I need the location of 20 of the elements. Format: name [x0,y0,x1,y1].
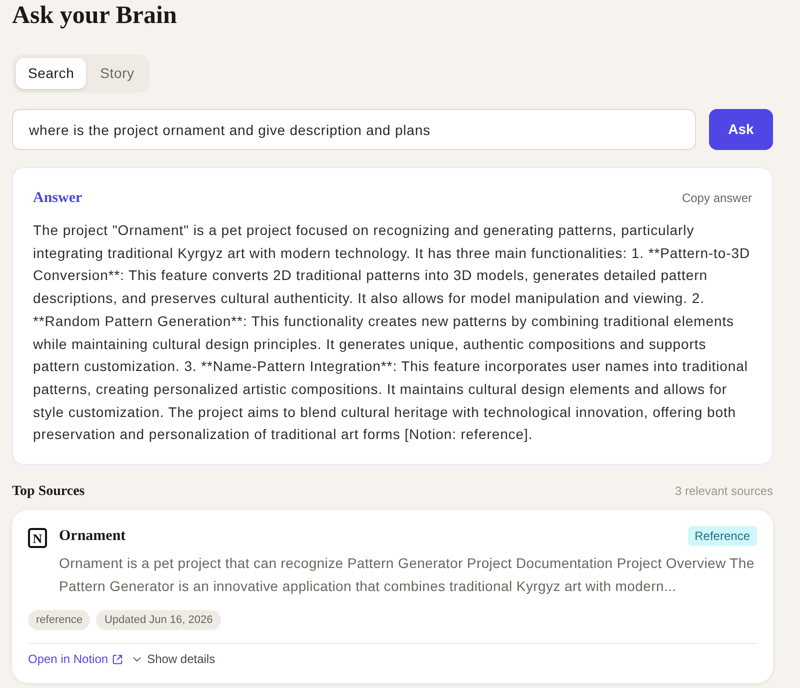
copy-answer-button[interactable]: Copy answer [682,189,752,207]
chevron-down-icon [133,656,142,662]
search-field[interactable]: where is the project ornament and give description and plans [12,109,696,150]
tab[interactable]: Story [88,58,146,89]
source-title: Ornament [59,526,126,546]
section-heading: Top Sources [12,482,85,501]
source-description: Ornament is a pet project that can recognize Pattern Generator Project Documentation Project Overview The Pattern Generator is an innovative application that combines traditional Kyrgyz art with modern... [59,554,756,596]
source-type-badge: Reference [688,526,757,546]
source-count: 3 relevant sources [674,483,773,500]
show-details-button[interactable]: Show details [133,650,216,668]
tag: Updated Jun 16, 2026 [96,610,221,630]
external-link-icon [112,654,124,665]
open-in-notion-link[interactable]: Open in Notion [28,650,124,668]
tab[interactable]: Search [16,58,86,89]
answer-heading: Answer [33,188,82,208]
answer-text: The project "Ornament" is a pet project focused on recognizing and generating patterns, particularly integrating traditional Kyrgyz art with modern technology. It has three main functionalities: 1. **Pattern-to-3D Conversion**: This feature converts 2D traditional patterns into 3D models, generates detailed pattern descriptions, and preserves cultural authenticity. It also allows for model manipulation and viewing. 2. **Random Pattern Generation**: This functionality creates new patterns by combining traditional elements while maintaining cultural design principles. It generates unique, authentic compositions and supports pattern customization. 3. **Name-Pattern Integration**: This feature incorporates user names into traditional patterns, creating personalized artistic compositions. It maintains cultural design elements and allows for style customization. The project aims to blend cultural heritage with technological innovation, offering both preservation and personalization of traditional art forms [Notion: reference]. [33,221,752,444]
page-title: Ask your Brain [12,1,177,31]
tag: reference [28,610,90,630]
logo-icon: N [28,528,47,548]
ask-button[interactable]: Ask [709,109,773,150]
